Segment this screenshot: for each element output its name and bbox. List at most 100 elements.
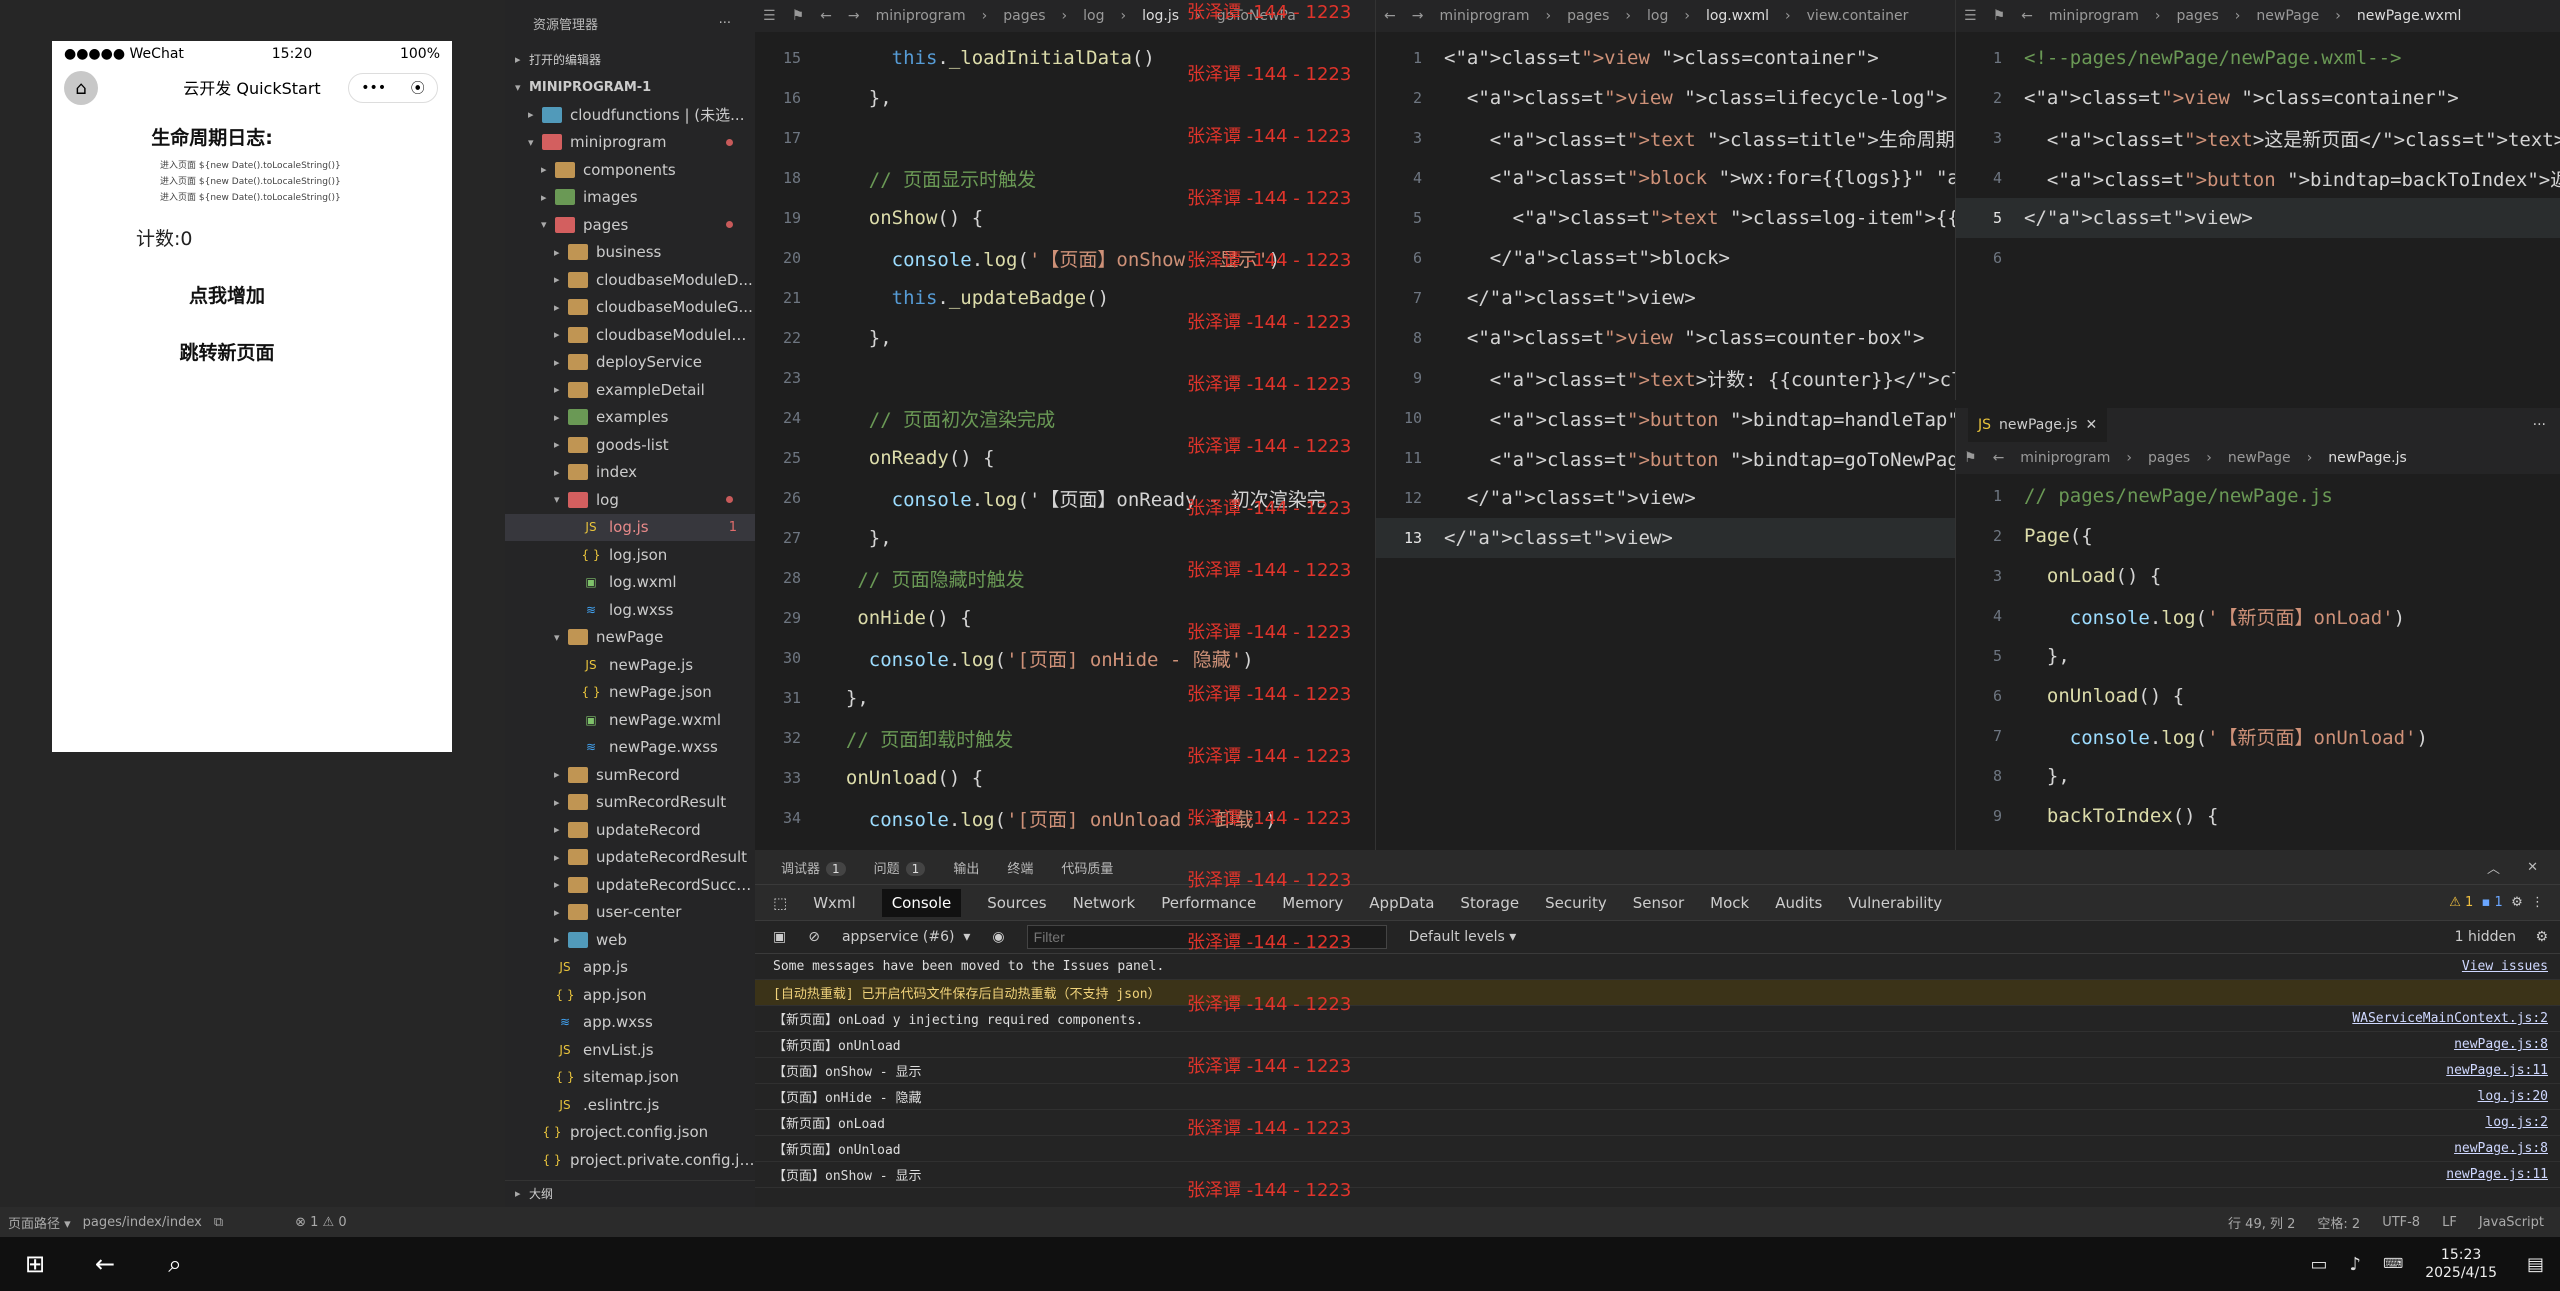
source-link[interactable]: View issues [2462, 959, 2548, 974]
tab-debugger[interactable]: 调试器 1 [781, 858, 846, 877]
folder-item[interactable]: ▸ exampleDetail [505, 376, 755, 404]
devtools-tab-wxml[interactable]: Wxml [813, 894, 856, 912]
code-line[interactable]: 31 }, [755, 678, 1375, 718]
inspect-element-icon[interactable]: ⬚ [773, 894, 787, 912]
code-line[interactable]: 28 // 页面隐藏时触发 [755, 558, 1375, 598]
breadcrumb-item[interactable]: pages [1567, 8, 1609, 24]
folder-item[interactable]: ▾ log [505, 486, 755, 514]
project-root[interactable]: ▾ MINIPROGRAM-1 [505, 74, 755, 102]
code-line[interactable]: 6 </"a">class=t">block> [1376, 238, 1955, 278]
folder-item[interactable]: ▸ deployService [505, 349, 755, 377]
editor-tab[interactable]: JS newPage.js ✕ [1968, 408, 2108, 442]
code-line[interactable]: 29 onHide() { [755, 598, 1375, 638]
cursor-position[interactable]: 行 49, 列 2 [2228, 1213, 2295, 1232]
code-line[interactable]: 5 <"a">class=t">text ">class=log-item">{… [1376, 198, 1955, 238]
source-link[interactable]: log.js:20 [2478, 1089, 2548, 1104]
indent-setting[interactable]: 空格: 2 [2317, 1213, 2360, 1232]
devtools-tab-network[interactable]: Network [1073, 894, 1136, 912]
code-line[interactable]: 6 [1956, 238, 2560, 278]
file-item[interactable]: ≋ newPage.wxss [505, 734, 755, 762]
code-line[interactable]: 13 </"a">class=t">view> [1376, 518, 1955, 558]
code-area[interactable]: 1 <!--pages/newPage/newPage.wxml--> 2 <"a">… [1956, 32, 2560, 278]
code-line[interactable]: 9 backToIndex() { [1956, 796, 2560, 836]
bookmark-icon[interactable]: ⚑ [1964, 450, 1977, 466]
breadcrumb-item[interactable]: pages [1003, 8, 1045, 24]
editor-log-wxml[interactable]: ← → miniprogram › pages › log › log.wxml › v… [1375, 0, 1955, 850]
context-select[interactable]: appservice (#6) ▾ [842, 929, 970, 945]
folder-item[interactable]: ▾ miniprogram [505, 129, 755, 157]
folder-item[interactable]: ▸ cloudbaseModuleD... [505, 266, 755, 294]
file-item[interactable]: { } project.config.json [505, 1119, 755, 1147]
code-line[interactable]: 7 </"a">class=t">view> [1376, 278, 1955, 318]
nav-back-icon[interactable]: ← [820, 8, 832, 24]
breadcrumb-item[interactable]: log [1647, 8, 1668, 24]
code-line[interactable]: 3 <"a">class=t">text ">class=title">生命周期… [1376, 118, 1955, 158]
increment-button[interactable]: 点我增加 [52, 281, 402, 308]
tab-code-quality[interactable]: 代码质量 [1061, 858, 1113, 877]
code-line[interactable]: 8 <"a">class=t">view ">class=counter-box… [1376, 318, 1955, 358]
close-miniprogram-icon[interactable]: ⦿ [411, 78, 425, 98]
code-line[interactable]: 1 <!--pages/newPage/newPage.wxml--> [1956, 38, 2560, 78]
eye-icon[interactable]: ◉ [992, 929, 1004, 945]
clock[interactable]: 15:23 2025/4/15 [2425, 1246, 2497, 1282]
code-line[interactable]: 32 // 页面卸载时触发 [755, 718, 1375, 758]
code-line[interactable]: 18 // 页面显示时触发 [755, 158, 1375, 198]
open-editors-section[interactable]: ▸ 打开的编辑器 [505, 46, 755, 74]
code-line[interactable]: 4 <"a">class=t">block ">wx:for={{logs}}"… [1376, 158, 1955, 198]
code-line[interactable]: 7 console.log('【新页面】onUnload') [1956, 716, 2560, 756]
source-link[interactable]: WAServiceMainContext.js:2 [2352, 1011, 2548, 1026]
language-mode[interactable]: JavaScript [2479, 1215, 2544, 1230]
source-link[interactable]: log.js:2 [2485, 1115, 2548, 1130]
folder-item[interactable]: ▸ user-center [505, 899, 755, 927]
source-link[interactable]: newPage.js:8 [2454, 1141, 2548, 1156]
source-link[interactable]: newPage.js:8 [2454, 1037, 2548, 1052]
close-tab-icon[interactable]: ✕ [2085, 417, 2097, 433]
breadcrumb-item[interactable]: miniprogram [2020, 450, 2110, 466]
code-line[interactable]: 12 </"a">class=t">view> [1376, 478, 1955, 518]
nav-back-icon[interactable]: ← [2021, 8, 2033, 24]
code-line[interactable]: 15 this._loadInitialData() [755, 38, 1375, 78]
back-arrow-icon[interactable]: ← [70, 1250, 140, 1278]
encoding[interactable]: UTF-8 [2382, 1215, 2420, 1230]
keyboard-icon[interactable]: ⌨ [2383, 1256, 2403, 1272]
maximize-panel-icon[interactable]: ︿ [2487, 858, 2500, 877]
devtools-tab-appdata[interactable]: AppData [1369, 894, 1434, 912]
breadcrumb-item[interactable]: log.js [1142, 8, 1179, 24]
code-line[interactable]: 20 console.log('【页面】onShow - 显示') [755, 238, 1375, 278]
editor-newpage-wxml[interactable]: ☰ ⚑ ← miniprogram › pages › newPage › newPa… [1955, 0, 2560, 400]
code-line[interactable]: 23 [755, 358, 1375, 398]
file-item[interactable]: JS app.js [505, 954, 755, 982]
breadcrumb-item[interactable]: newPage [2228, 450, 2291, 466]
breadcrumb-item[interactable]: log.wxml [1706, 8, 1769, 24]
problems-summary[interactable]: ⊗ 1 ⚠ 0 [295, 1215, 347, 1230]
folder-item[interactable]: ▸ cloudbaseModuleIn... [505, 321, 755, 349]
log-levels-select[interactable]: Default levels ▾ [1409, 929, 1517, 945]
breadcrumb-item[interactable]: pages [2177, 8, 2219, 24]
file-item[interactable]: { } newPage.json [505, 679, 755, 707]
nav-forward-icon[interactable]: → [848, 8, 860, 24]
bookmark-icon[interactable]: ⚑ [792, 8, 805, 24]
code-line[interactable]: 26 console.log('【页面】onReady - 初次渲染完 [755, 478, 1375, 518]
clear-console-icon[interactable]: ⊘ [808, 929, 820, 945]
code-line[interactable]: 27 }, [755, 518, 1375, 558]
folder-item[interactable]: ▸ examples [505, 404, 755, 432]
code-line[interactable]: 2 Page({ [1956, 516, 2560, 556]
code-line[interactable]: 21 this._updateBadge() [755, 278, 1375, 318]
code-line[interactable]: 24 // 页面初次渲染完成 [755, 398, 1375, 438]
code-area[interactable]: 1 // pages/newPage/newPage.js 2 Page({3 onL… [1956, 474, 2560, 836]
network-icon[interactable]: ▭ [2310, 1254, 2327, 1275]
file-item[interactable]: JS newPage.js [505, 651, 755, 679]
source-link[interactable]: newPage.js:11 [2446, 1063, 2548, 1078]
folder-item[interactable]: ▸ business [505, 239, 755, 267]
more-icon[interactable]: ··· [2533, 417, 2546, 433]
volume-icon[interactable]: ♪ [2349, 1254, 2361, 1275]
code-line[interactable]: 4 console.log('【新页面】onLoad') [1956, 596, 2560, 636]
editor-log-js[interactable]: ☰ ⚑ ← → miniprogram › pages › log › log.js ›… [755, 0, 1375, 850]
folder-item[interactable]: ▸ index [505, 459, 755, 487]
devtools-tab-security[interactable]: Security [1545, 894, 1607, 912]
folder-item[interactable]: ▸ goods-list [505, 431, 755, 459]
file-item[interactable]: { } sitemap.json [505, 1064, 755, 1092]
code-line[interactable]: 10 <"a">class=t">button ">bindtap=handle… [1376, 398, 1955, 438]
folder-item[interactable]: ▸ updateRecordSuccess [505, 871, 755, 899]
code-line[interactable]: 3 onLoad() { [1956, 556, 2560, 596]
